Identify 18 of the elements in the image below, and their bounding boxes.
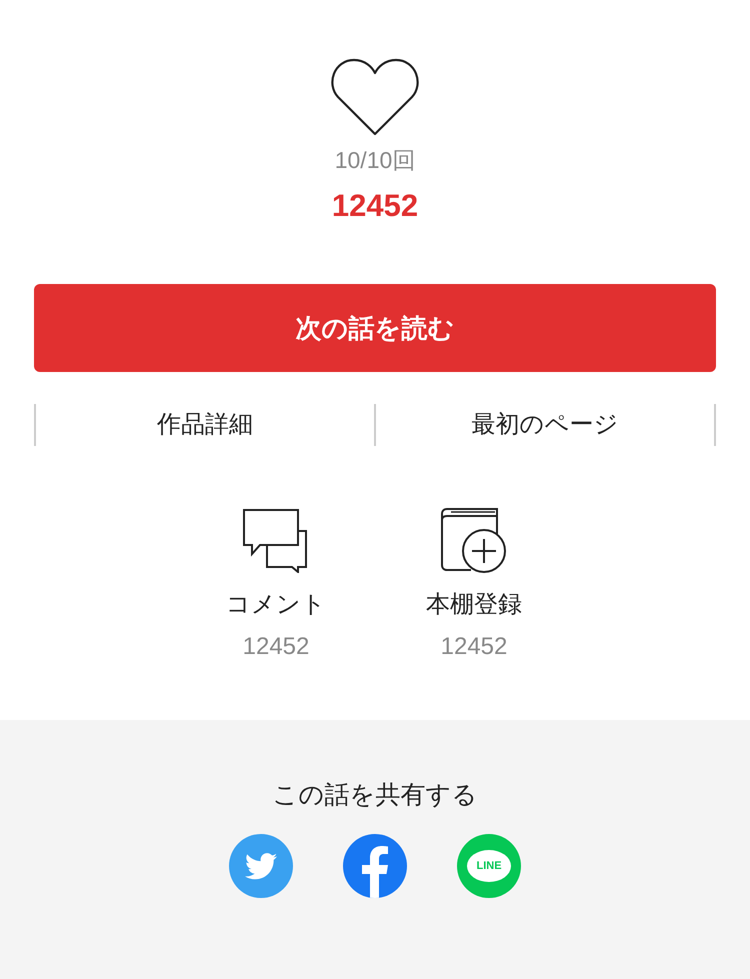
bird-icon <box>245 852 277 880</box>
f-icon <box>360 844 390 898</box>
action-label: コメント <box>226 590 326 620</box>
heart-icon[interactable] <box>330 57 420 137</box>
nav-link[interactable]: 作品詳細 <box>157 407 253 443</box>
bookshelf-button[interactable] <box>441 508 507 574</box>
speech-bubbles-icon <box>243 509 309 573</box>
action-count: 12452 <box>242 632 310 662</box>
nav-link[interactable]: 最初のページ <box>472 407 618 443</box>
action-label: 本棚登録 <box>426 590 522 620</box>
like-remaining-text: 10/10回 <box>334 146 416 175</box>
book-plus-icon <box>441 508 507 574</box>
share-title: この話を共有する <box>272 780 478 811</box>
action-count: 12452 <box>440 632 508 662</box>
speech-bubble-label: LINE <box>467 850 511 882</box>
comment-button[interactable] <box>243 508 309 574</box>
next-episode-button[interactable]: 次の話を読む <box>34 284 716 372</box>
like-count: 12452 <box>332 189 418 223</box>
